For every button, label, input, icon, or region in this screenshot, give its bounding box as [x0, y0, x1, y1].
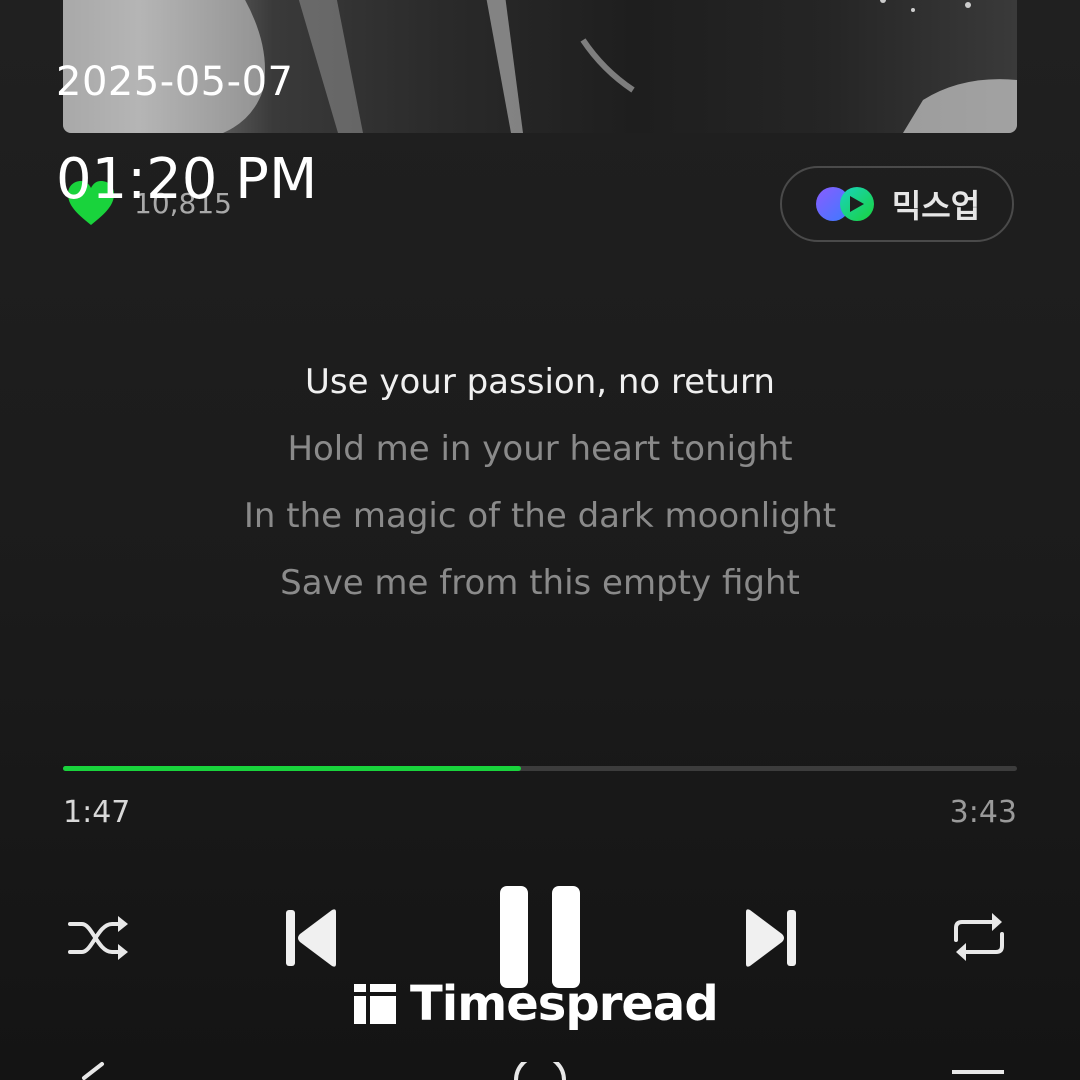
shuffle-icon[interactable] [66, 912, 132, 964]
progress-slider[interactable] [63, 766, 1017, 771]
mixup-button[interactable]: 믹스업 [780, 166, 1014, 242]
skip-next-icon[interactable] [742, 908, 798, 968]
recent-apps-nav-icon[interactable] [950, 1068, 1006, 1080]
lyric-line-current[interactable]: Use your passion, no return [0, 349, 1080, 416]
elapsed-time: 1:47 [63, 795, 131, 830]
timestamp-time: 01:20 PM [56, 147, 318, 212]
repeat-icon[interactable] [948, 908, 1010, 966]
music-player-screen: 2025-05-07 10,815 01:20 PM 믹스업 Use your … [0, 0, 1080, 1080]
mixup-label: 믹스업 [891, 187, 981, 225]
lyrics-panel[interactable]: Use your passion, no return Hold me in y… [0, 349, 1080, 617]
lyric-line[interactable]: Save me from this empty fight [0, 550, 1080, 617]
timespread-logo-icon [354, 984, 396, 1024]
watermark-text: Timespread [410, 976, 719, 1032]
lyric-line[interactable]: In the magic of the dark moonlight [0, 483, 1080, 550]
pause-icon[interactable] [498, 884, 582, 990]
back-nav-icon[interactable] [70, 1060, 110, 1080]
skip-previous-icon[interactable] [284, 908, 340, 968]
progress-fill [63, 766, 521, 771]
mixup-icon [815, 187, 874, 221]
home-nav-icon[interactable] [510, 1062, 570, 1080]
total-time: 3:43 [949, 795, 1017, 830]
timestamp-date: 2025-05-07 [56, 59, 294, 105]
lyric-line[interactable]: Hold me in your heart tonight [0, 416, 1080, 483]
watermark: Timespread [354, 976, 719, 1032]
